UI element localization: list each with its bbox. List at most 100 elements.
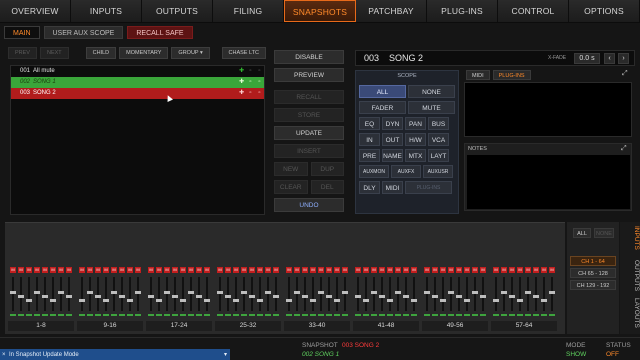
mute-button[interactable]: M bbox=[188, 267, 194, 273]
fader-cap[interactable] bbox=[119, 295, 125, 298]
mute-button[interactable]: M bbox=[395, 267, 401, 273]
dup-button[interactable]: DUP bbox=[310, 162, 344, 176]
midi-tab[interactable]: MIDI bbox=[466, 70, 490, 80]
scope-name-button[interactable]: NAME bbox=[382, 149, 403, 162]
tab-outputs[interactable]: OUTPUTS bbox=[142, 0, 213, 22]
xfade-value-field[interactable]: 0.0 s bbox=[574, 53, 600, 64]
fader-cap[interactable] bbox=[42, 295, 48, 298]
fader-cap[interactable] bbox=[379, 295, 385, 298]
fader-cap[interactable] bbox=[395, 291, 401, 294]
new-button[interactable]: NEW bbox=[274, 162, 308, 176]
scope-bus-button[interactable]: BUS bbox=[428, 117, 449, 130]
bank-label[interactable]: 33-40 bbox=[284, 321, 350, 331]
mute-button[interactable]: M bbox=[342, 267, 348, 273]
prev-button[interactable]: PREV bbox=[8, 47, 37, 59]
fader-cap[interactable] bbox=[135, 291, 141, 294]
mute-button[interactable]: M bbox=[148, 267, 154, 273]
mute-button[interactable]: M bbox=[87, 267, 93, 273]
clear-button[interactable]: CLEAR bbox=[274, 180, 308, 194]
del-button[interactable]: DEL bbox=[310, 180, 344, 194]
fader-cap[interactable] bbox=[549, 291, 555, 294]
mute-button[interactable]: M bbox=[448, 267, 454, 273]
bank-label[interactable]: 41-48 bbox=[353, 321, 419, 331]
mute-button[interactable]: M bbox=[541, 267, 547, 273]
snapshot-row[interactable]: 003 SONG 2 ✚ ▫ ▫ bbox=[11, 88, 264, 99]
mute-button[interactable]: M bbox=[156, 267, 162, 273]
update-button[interactable]: UPDATE bbox=[274, 126, 344, 140]
fader-cap[interactable] bbox=[318, 291, 324, 294]
tab-filing[interactable]: FILING bbox=[213, 0, 284, 22]
fader-cap[interactable] bbox=[18, 295, 24, 298]
fader-cap[interactable] bbox=[156, 299, 162, 302]
fader-cap[interactable] bbox=[164, 291, 170, 294]
vtab-outputs[interactable]: OUTPUTS bbox=[620, 260, 640, 291]
fader-cap[interactable] bbox=[66, 295, 72, 298]
fader-cap[interactable] bbox=[241, 291, 247, 294]
subtab-main[interactable]: MAIN bbox=[4, 26, 40, 39]
scope-auxfx-button[interactable]: AUXFX bbox=[391, 165, 421, 178]
mute-button[interactable]: M bbox=[517, 267, 523, 273]
selected-snapshot-name[interactable]: SONG 2 bbox=[389, 53, 423, 63]
fader-cap[interactable] bbox=[196, 295, 202, 298]
strip-none-button[interactable]: NONE bbox=[594, 228, 614, 238]
mute-button[interactable]: M bbox=[34, 267, 40, 273]
mute-button[interactable]: M bbox=[241, 267, 247, 273]
mute-button[interactable]: M bbox=[204, 267, 210, 273]
mute-button[interactable]: M bbox=[379, 267, 385, 273]
scope-none-button[interactable]: NONE bbox=[408, 85, 455, 98]
scope-auxmon-button[interactable]: AUXMON bbox=[359, 165, 389, 178]
fader-cap[interactable] bbox=[127, 299, 133, 302]
scope-plugins-button[interactable]: PLUG-INS bbox=[405, 181, 452, 194]
snapshot-row[interactable]: 001 All mute ✚ ▫ ▫ bbox=[11, 66, 264, 77]
undo-button[interactable]: UNDO bbox=[274, 198, 344, 212]
fader-cap[interactable] bbox=[233, 299, 239, 302]
fader-cap[interactable] bbox=[355, 295, 361, 298]
mute-button[interactable]: M bbox=[371, 267, 377, 273]
fader-cap[interactable] bbox=[541, 299, 547, 302]
fader-cap[interactable] bbox=[217, 291, 223, 294]
tab-control[interactable]: CONTROL bbox=[498, 0, 569, 22]
fader-cap[interactable] bbox=[493, 299, 499, 302]
mute-button[interactable]: M bbox=[549, 267, 555, 273]
fader-cap[interactable] bbox=[371, 291, 377, 294]
expand-icon[interactable]: ⤢ bbox=[621, 145, 627, 153]
mute-button[interactable]: M bbox=[26, 267, 32, 273]
tab-options[interactable]: OPTIONS bbox=[569, 0, 640, 22]
fader-cap[interactable] bbox=[432, 295, 438, 298]
mute-button[interactable]: M bbox=[66, 267, 72, 273]
vtab-layouts[interactable]: LAYOUTS bbox=[620, 298, 640, 328]
mute-button[interactable]: M bbox=[509, 267, 515, 273]
range-ch129-192-button[interactable]: CH 129 - 192 bbox=[570, 280, 616, 290]
scope-out-button[interactable]: OUT bbox=[382, 133, 403, 146]
fader-cap[interactable] bbox=[265, 291, 271, 294]
mute-button[interactable]: M bbox=[249, 267, 255, 273]
mute-button[interactable]: M bbox=[135, 267, 141, 273]
mute-button[interactable]: M bbox=[472, 267, 478, 273]
mute-button[interactable]: M bbox=[326, 267, 332, 273]
mute-button[interactable]: M bbox=[334, 267, 340, 273]
fader-cap[interactable] bbox=[10, 291, 16, 294]
mute-button[interactable]: M bbox=[119, 267, 125, 273]
tab-patchbay[interactable]: PATCHBAY bbox=[356, 0, 427, 22]
preview-button[interactable]: PREVIEW bbox=[274, 68, 344, 82]
mute-button[interactable]: M bbox=[355, 267, 361, 273]
fader-cap[interactable] bbox=[294, 291, 300, 294]
notes-textarea[interactable] bbox=[467, 155, 630, 209]
mute-button[interactable]: M bbox=[79, 267, 85, 273]
store-button[interactable]: STORE bbox=[274, 108, 344, 122]
fader-cap[interactable] bbox=[464, 299, 470, 302]
scope-midi-button[interactable]: MIDI bbox=[382, 181, 403, 194]
fader-cap[interactable] bbox=[204, 299, 210, 302]
plus-icon[interactable]: ✚ bbox=[237, 77, 246, 88]
fader-cap[interactable] bbox=[326, 295, 332, 298]
mute-button[interactable]: M bbox=[233, 267, 239, 273]
mute-button[interactable]: M bbox=[127, 267, 133, 273]
scope-fader-button[interactable]: FADER bbox=[359, 101, 406, 114]
scope-layt-button[interactable]: LAYT bbox=[428, 149, 449, 162]
mute-button[interactable]: M bbox=[18, 267, 24, 273]
scope-in-button[interactable]: IN bbox=[359, 133, 380, 146]
disable-button[interactable]: DISABLE bbox=[274, 50, 344, 64]
fader-cap[interactable] bbox=[50, 299, 56, 302]
mute-button[interactable]: M bbox=[58, 267, 64, 273]
mute-button[interactable]: M bbox=[50, 267, 56, 273]
